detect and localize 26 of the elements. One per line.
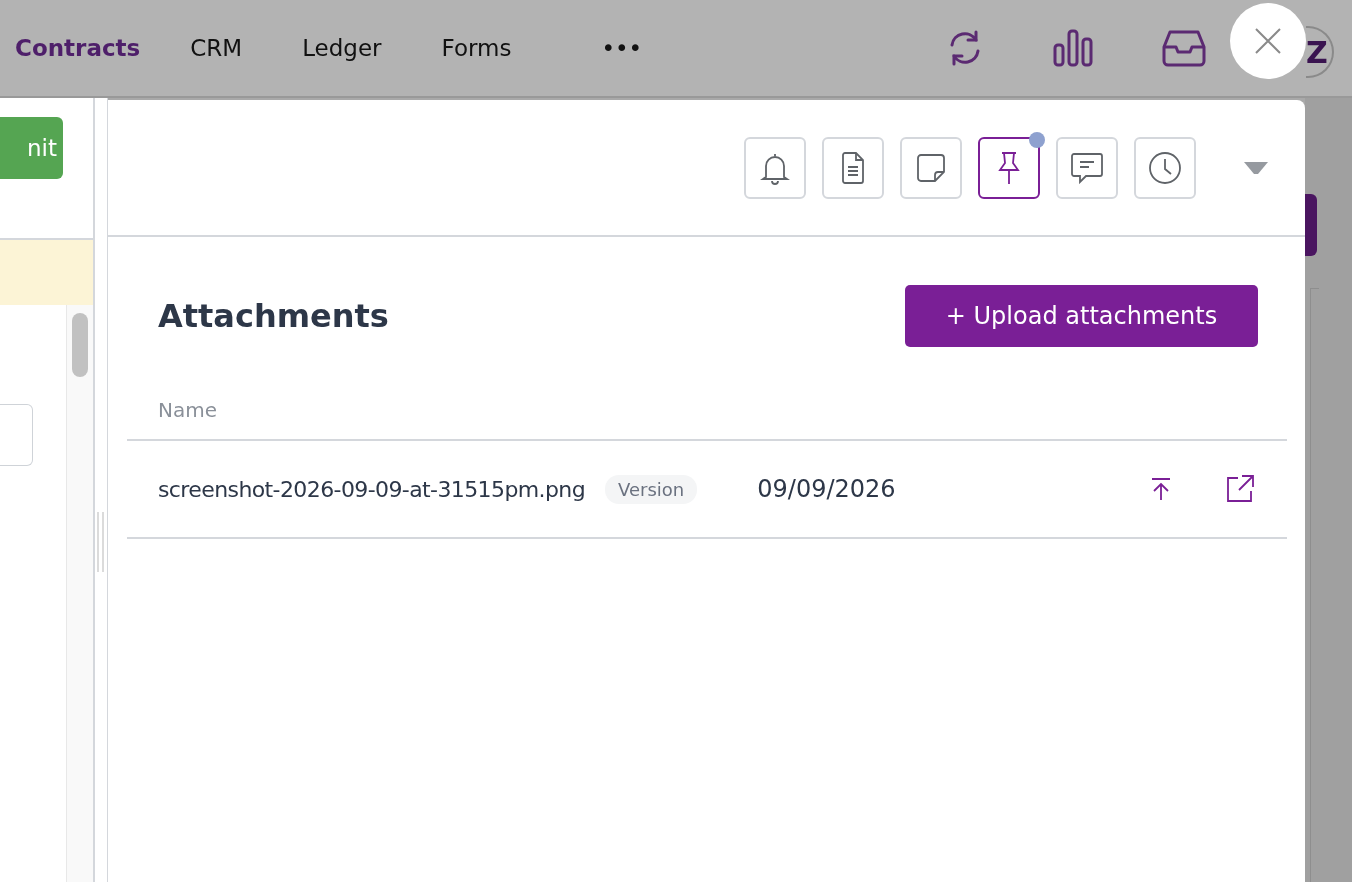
document-icon (840, 150, 866, 185)
nav-link[interactable]: ••• (601, 35, 643, 61)
nav-link[interactable]: Forms (441, 35, 512, 61)
external-link-icon[interactable] (1225, 474, 1255, 504)
upload-icon[interactable] (1151, 477, 1171, 501)
sticky-note-icon (916, 152, 946, 183)
bar-chart-icon[interactable] (1052, 27, 1094, 69)
partial-button[interactable] (1305, 194, 1317, 256)
comment-icon (1070, 151, 1104, 184)
nav-link[interactable]: CRM (190, 35, 243, 61)
close-icon (1254, 27, 1282, 55)
toolbar-tab[interactable] (978, 136, 1040, 199)
column-header: Name (158, 398, 217, 422)
nav-link[interactable]: Ledger (302, 35, 382, 61)
scrollbar[interactable] (66, 305, 93, 882)
file-name[interactable]: screenshot-2026-09-09-at-31515pm.png (158, 476, 586, 502)
nav-link[interactable]: Contracts (15, 35, 141, 61)
date-text: 09/09/2026 (757, 475, 896, 503)
scrollbar-thumb[interactable] (72, 313, 88, 377)
caret-icon[interactable] (1243, 160, 1269, 175)
version-tag: Version (605, 474, 698, 504)
upload-button[interactable]: + Upload attachments (905, 285, 1258, 347)
clock-icon (1148, 150, 1182, 185)
section-title: Attachments (158, 297, 389, 335)
grip-icon[interactable] (97, 512, 105, 572)
input-field[interactable] (0, 404, 33, 466)
